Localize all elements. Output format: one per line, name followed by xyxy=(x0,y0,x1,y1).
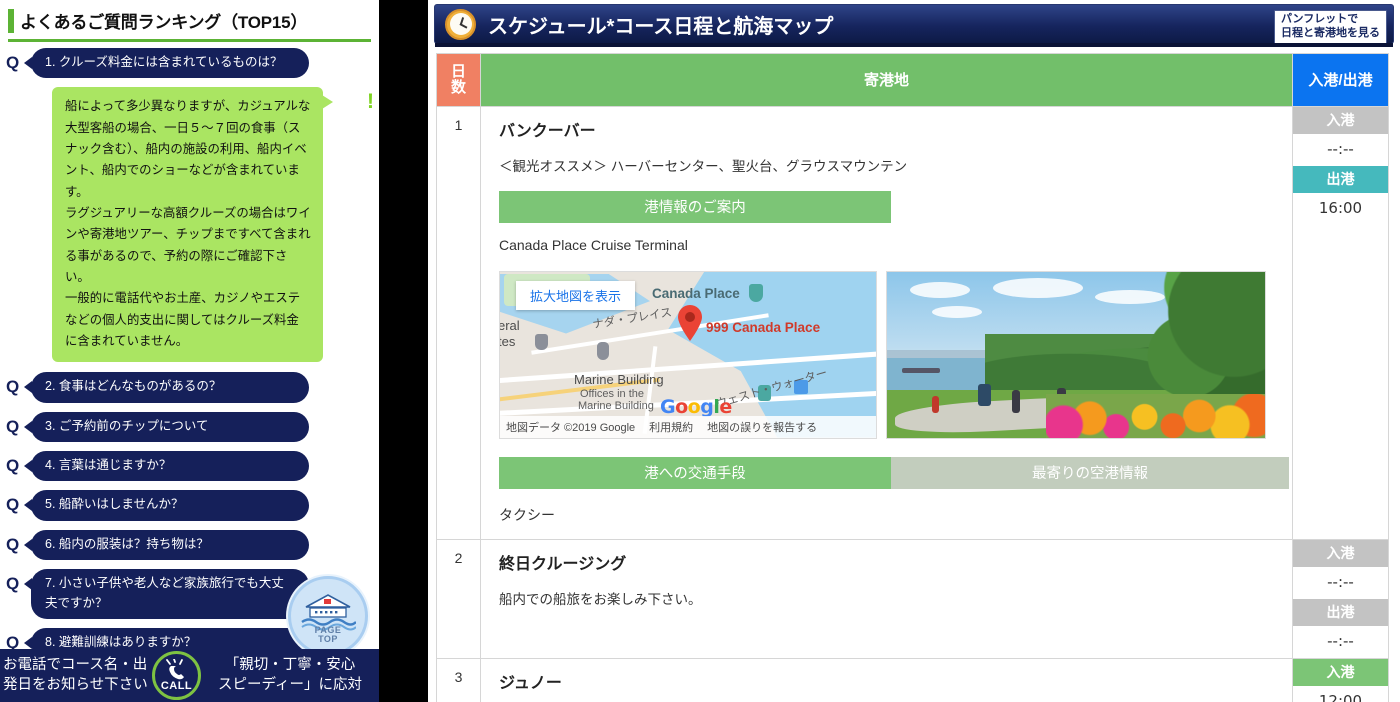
map-poi-icon xyxy=(535,333,548,350)
time-column: 入港 --:-- 出港 16:00 xyxy=(1292,105,1389,540)
map-pin-label: 999 Canada Place xyxy=(706,319,821,335)
arrive-label: 入港 xyxy=(1293,658,1388,686)
tab-transport-to-port[interactable]: 港への交通手段 xyxy=(499,456,891,489)
q-marker-icon: Q xyxy=(6,534,20,554)
q-marker-icon: Q xyxy=(6,495,20,515)
faq-question-label[interactable]: 4. 言葉は通じますか？ xyxy=(24,451,309,482)
q-marker-icon: Q xyxy=(6,53,20,72)
time-column: 入港 --:-- 出港 --:-- xyxy=(1292,538,1389,659)
map-expand-button[interactable]: 拡大地図を表示 xyxy=(516,280,636,310)
schedule-header: スケジュール*コース日程と航海マップ パンフレットで 日程と寄港地を見る xyxy=(434,4,1394,47)
exclamation-icon: ! xyxy=(367,90,374,114)
faq-item-2[interactable]: Q 2. 食事はどんなものがあるの？ xyxy=(0,372,379,403)
table-row: 1 バンクーバー ＜観光オススメ＞ ハーバーセンター、聖火台、グラウスマウンテン… xyxy=(436,105,1389,540)
port-details: 終日クルージング 船内での船旅をお楽しみ下さい。 xyxy=(480,538,1293,659)
faq-item-4[interactable]: Q 4. 言葉は通じますか？ xyxy=(0,451,379,482)
depart-time: --:-- xyxy=(1327,631,1354,650)
faq-question-label[interactable]: 3. ご予約前のチップについて xyxy=(24,411,309,443)
faq-panel: よくあるご質問ランキング（TOP15） Q 1. クルーズ料金には含まれているも… xyxy=(0,0,379,702)
schedule-table: 日 数 寄港地 入港/出港 1 バンクーバー ＜観光オススメ＞ ハーバーセンター… xyxy=(436,53,1389,702)
port-info-section-bar: 港情報のご案内 xyxy=(499,190,891,223)
arrive-time: 12:00 xyxy=(1318,691,1363,702)
terminal-name: Canada Place Cruise Terminal xyxy=(499,236,688,253)
sightseeing-recommendation: ＜観光オススメ＞ ハーバーセンター、聖火台、グラウスマウンテン xyxy=(499,158,908,174)
page-top-button[interactable]: PAGE TOP xyxy=(288,576,368,656)
map-building-label: Marine Building xyxy=(574,371,664,387)
q-marker-icon: Q xyxy=(6,456,20,476)
pamphlet-button[interactable]: パンフレットで 日程と寄港地を見る xyxy=(1274,10,1387,45)
page-top-line2: TOP xyxy=(318,634,338,644)
faq-item-5[interactable]: Q 5. 船酔いはしませんか？ xyxy=(0,490,379,521)
faq-question-label[interactable]: 1. クルーズ料金には含まれているものは？ xyxy=(24,48,309,79)
call-badge[interactable]: CALL xyxy=(152,651,201,700)
q-marker-icon: Q xyxy=(6,416,20,436)
column-header-port: 寄港地 xyxy=(480,53,1293,107)
cruising-note: 船内での船旅をお楽しみ下さい。 xyxy=(499,591,702,607)
page-top-label: PAGE TOP xyxy=(315,626,342,644)
faq-question-label[interactable]: 2. 食事はどんなものがあるの？ xyxy=(24,372,309,403)
call-instruction-left: お電話でコース名・出 発日をお知らせ下さい xyxy=(3,657,148,693)
faq-question-label[interactable]: 5. 船酔いはしませんか？ xyxy=(24,490,309,521)
map-terms-link[interactable]: 利用規約 xyxy=(649,419,693,435)
google-logo: Google xyxy=(660,395,732,418)
media-row: Canada Place 999 Canada Place eral tes ナ… xyxy=(499,270,1276,439)
table-row: 2 終日クルージング 船内での船旅をお楽しみ下さい。 入港 --:-- 出港 -… xyxy=(436,538,1389,659)
q-marker-icon: Q xyxy=(6,377,20,397)
arrive-label: 入港 xyxy=(1293,106,1388,134)
port-name: ジュノー xyxy=(499,674,562,692)
q-marker-icon: Q xyxy=(6,574,20,594)
map-attribution: 地図データ ©2019 Google 利用規約 地図の誤りを報告する xyxy=(500,415,876,438)
map-poi-icon xyxy=(597,341,609,360)
transport-tab-row: 港への交通手段 最寄りの空港情報 xyxy=(499,456,1289,489)
map-building-sub: Offices in the xyxy=(580,387,644,400)
map-report-link[interactable]: 地図の誤りを報告する xyxy=(707,419,817,435)
column-header-time: 入港/出港 xyxy=(1292,53,1389,107)
depart-time: 16:00 xyxy=(1318,198,1363,217)
faq-question-label[interactable]: 6. 船内の服装は？持ち物は？ xyxy=(24,529,309,561)
day-number: 2 xyxy=(436,538,481,659)
map-street-label: tes xyxy=(499,333,516,349)
port-name: 終日クルージング xyxy=(499,555,627,573)
faq-item-3[interactable]: Q 3. ご予約前のチップについて xyxy=(0,411,379,443)
page-title: よくあるご質問ランキング（TOP15） xyxy=(20,13,308,32)
faq-question-label[interactable]: 7. 小さい子供や老人など家族旅行でも大丈夫ですか？ xyxy=(24,569,309,619)
port-name: バンクーバー xyxy=(499,122,596,140)
faq-item-1[interactable]: Q 1. クルーズ料金には含まれているものは？ xyxy=(0,48,379,79)
call-cta-bar[interactable]: お電話でコース名・出 発日をお知らせ下さい CALL 「親切・丁寧・安心 スピー… xyxy=(0,649,379,702)
screenshot-root: よくあるご質問ランキング（TOP15） Q 1. クルーズ料金には含まれているも… xyxy=(0,0,1400,702)
port-photo xyxy=(886,270,1266,439)
arrive-time: --:-- xyxy=(1327,572,1354,591)
depart-label: 出港 xyxy=(1293,598,1388,626)
q-marker-icon: Q xyxy=(6,632,20,652)
depart-label: 出港 xyxy=(1293,165,1388,193)
faq-title-block: よくあるご質問ランキング（TOP15） xyxy=(8,6,371,42)
table-header-row: 日 数 寄港地 入港/出港 xyxy=(436,53,1389,107)
clock-icon xyxy=(445,8,476,40)
schedule-title: スケジュール*コース日程と航海マップ xyxy=(488,15,834,38)
port-details: ジュノー ＜観光オススメ＞ ジュノー氷原、アラスカ・ステート・ミュージアム xyxy=(480,657,1293,702)
faq-answer-1: 船によって多少異なりますが、カジュアルな大型客船の場合、一日５～７回の食事（スナ… xyxy=(52,87,374,363)
map-street-label: eral xyxy=(499,317,520,333)
google-map-embed[interactable]: Canada Place 999 Canada Place eral tes ナ… xyxy=(499,270,877,439)
map-poi-icon xyxy=(749,283,763,302)
time-column: 入港 12:00 xyxy=(1292,657,1389,702)
day-number: 3 xyxy=(436,657,481,702)
faq-answer-text: 船によって多少異なりますが、カジュアルな大型客船の場合、一日５～７回の食事（スナ… xyxy=(52,87,333,363)
port-details: バンクーバー ＜観光オススメ＞ ハーバーセンター、聖火台、グラウスマウンテン 港… xyxy=(480,105,1293,540)
arrive-label: 入港 xyxy=(1293,539,1388,567)
transport-body: タクシー xyxy=(499,506,555,523)
tab-nearest-airport[interactable]: 最寄りの空港情報 xyxy=(891,456,1289,489)
arrive-time: --:-- xyxy=(1327,139,1354,158)
map-pin-icon xyxy=(676,304,704,342)
schedule-panel: スケジュール*コース日程と航海マップ パンフレットで 日程と寄港地を見る 日 数… xyxy=(428,0,1400,702)
map-place-label: Canada Place xyxy=(652,285,740,301)
table-row: 3 ジュノー ＜観光オススメ＞ ジュノー氷原、アラスカ・ステート・ミュージアム … xyxy=(436,657,1389,702)
day-number: 1 xyxy=(436,105,481,540)
column-header-day: 日 数 xyxy=(436,53,481,107)
map-data-credit: 地図データ ©2019 Google xyxy=(506,421,636,434)
faq-item-6[interactable]: Q 6. 船内の服装は？持ち物は？ xyxy=(0,529,379,561)
map-building-sub: Marine Building xyxy=(578,399,654,412)
call-instruction-right: 「親切・丁寧・安心 スピーディー」に応対 xyxy=(218,657,362,693)
call-badge-label: CALL xyxy=(160,680,193,692)
